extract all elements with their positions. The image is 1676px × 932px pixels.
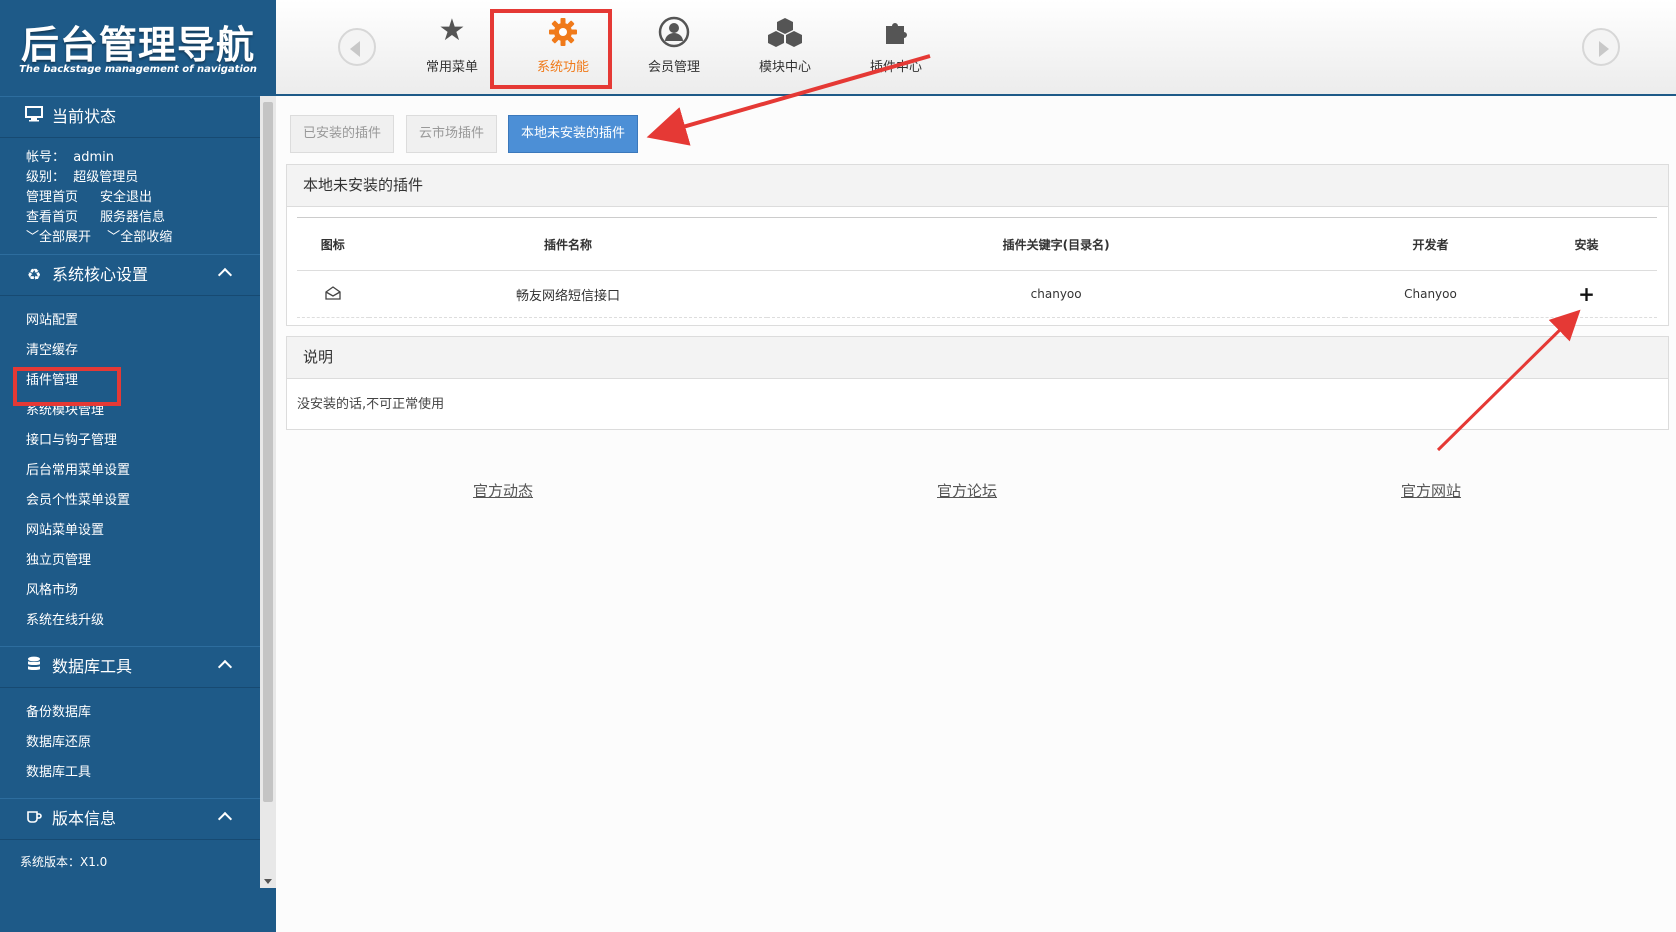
puzzle-icon	[846, 12, 946, 50]
menu-hooks[interactable]: 接口与钩子管理	[26, 426, 260, 456]
collapse-all-toggle[interactable]: ﹀全部收缩	[107, 228, 172, 248]
logo-title: 后台管理导航	[20, 23, 255, 67]
collapse-chevron-icon[interactable]	[217, 811, 233, 827]
sidebar-scroll-area: 当前状态 帐号： admin 级别： 超级管理员 管理首页 安全退出 查看首页 服务…	[0, 96, 260, 888]
nav-label: 会员管理	[647, 60, 700, 75]
nav-label: 模块中心	[758, 60, 811, 75]
monitor-icon	[24, 97, 44, 137]
note-text: 没安装的话,不可正常使用	[297, 397, 445, 412]
table-row: 畅友网络短信接口 chanyoo Chanyoo +	[297, 270, 1657, 318]
install-cell: +	[1516, 270, 1657, 318]
plugin-developer: Chanyoo	[1344, 270, 1516, 318]
nav-member-management[interactable]: 会员管理	[624, 12, 724, 75]
server-info-link[interactable]: 服务器信息	[100, 208, 165, 228]
nav-plugin-center[interactable]: 插件中心	[846, 12, 946, 75]
install-plus-button[interactable]: +	[1578, 282, 1595, 306]
view-home-link[interactable]: 查看首页	[26, 208, 78, 228]
menu-site-menu-settings[interactable]: 网站菜单设置	[26, 516, 260, 546]
menu-clear-cache[interactable]: 清空缓存	[26, 336, 260, 366]
official-news-link[interactable]: 官方动态	[473, 480, 533, 501]
star-icon: ★	[438, 13, 466, 48]
panel-title: 说明	[287, 337, 1668, 379]
expand-all-toggle[interactable]: ﹀全部展开	[26, 228, 91, 248]
note-panel: 说明 没安装的话,不可正常使用	[286, 336, 1669, 430]
section-core-settings[interactable]: ♻ 系统核心设置	[0, 254, 260, 296]
sidebar: 后台管理导航 The backstage management of navig…	[0, 0, 276, 932]
section-title: 系统核心设置	[52, 265, 149, 284]
section-version-info[interactable]: 版本信息	[0, 798, 260, 840]
official-site-link[interactable]: 官方网站	[1401, 480, 1461, 501]
col-icon: 图标	[297, 217, 369, 271]
official-forum-link[interactable]: 官方论坛	[937, 480, 997, 501]
panel-title: 本地未安装的插件	[287, 165, 1668, 207]
nav-label: 插件中心	[869, 60, 922, 75]
section-title: 版本信息	[52, 809, 117, 828]
logo[interactable]: 后台管理导航 The backstage management of navig…	[0, 0, 276, 97]
menu-single-pages[interactable]: 独立页管理	[26, 546, 260, 576]
nav-prev-button[interactable]	[338, 28, 376, 66]
col-keyword: 插件关键字(目录名)	[767, 217, 1345, 271]
account-label: 帐号：	[26, 150, 66, 165]
plugins-panel: 本地未安装的插件 图标 插件名称 插件关键字(目录名) 开发者 安装 畅友网络短…	[286, 164, 1669, 326]
level-value: 超级管理员	[73, 170, 139, 185]
collapse-all-label: 全部收缩	[120, 230, 173, 245]
menu-db-tools[interactable]: 数据库工具	[26, 758, 260, 788]
arrow-right-icon	[1599, 41, 1609, 57]
user-icon	[624, 12, 724, 50]
nav-label: 常用菜单	[425, 60, 478, 75]
sidebar-scrollbar[interactable]	[260, 96, 276, 888]
menu-member-menu-settings[interactable]: 会员个性菜单设置	[26, 486, 260, 516]
core-menu: 网站配置 清空缓存 插件管理 系统模块管理 接口与钩子管理 后台常用菜单设置 会…	[0, 296, 260, 646]
version-text: 系统版本：X1.0	[20, 855, 108, 869]
level-label: 级别：	[26, 170, 66, 185]
section-current-status[interactable]: 当前状态	[0, 96, 260, 138]
plugin-name: 畅友网络短信接口	[368, 270, 768, 318]
expand-all-label: 全部展开	[39, 230, 92, 245]
highlight-box-plugin-management	[13, 367, 121, 406]
database-icon	[24, 647, 44, 687]
nav-next-button[interactable]	[1582, 28, 1620, 66]
menu-style-market[interactable]: 风格市场	[26, 576, 260, 606]
top-navigation: ★ 常用菜单 系统功能 会员管理 模块中心 插件中心	[276, 0, 1676, 96]
recycle-icon: ♻	[26, 265, 42, 284]
status-info: 帐号： admin 级别： 超级管理员 管理首页 安全退出 查看首页 服务器信息 ﹀…	[0, 138, 260, 254]
scrollbar-thumb[interactable]	[263, 102, 273, 802]
collapse-chevron-icon[interactable]	[217, 659, 233, 675]
nav-common-menu[interactable]: ★ 常用菜单	[402, 12, 502, 75]
menu-backup-db[interactable]: 备份数据库	[26, 698, 260, 728]
col-name: 插件名称	[368, 217, 768, 271]
menu-site-config[interactable]: 网站配置	[26, 306, 260, 336]
cubes-icon	[735, 12, 835, 50]
col-install: 安装	[1516, 217, 1657, 271]
tab-local-uninstalled-plugins[interactable]: 本地未安装的插件	[508, 115, 639, 153]
table-header-row: 图标 插件名称 插件关键字(目录名) 开发者 安装	[297, 217, 1657, 271]
envelope-icon	[325, 285, 341, 303]
footer-links: 官方动态 官方论坛 官方网站	[286, 480, 1667, 522]
chevron-down-icon: ﹀	[107, 230, 121, 245]
menu-online-upgrade[interactable]: 系统在线升级	[26, 606, 260, 636]
menu-restore-db[interactable]: 数据库还原	[26, 728, 260, 758]
chevron-up-icon: ﹀	[26, 230, 40, 245]
section-title: 当前状态	[52, 107, 117, 126]
account-value: admin	[73, 150, 115, 165]
scroll-down-icon[interactable]	[264, 879, 272, 884]
tab-installed-plugins[interactable]: 已安装的插件	[290, 115, 395, 153]
highlight-box-system-functions	[490, 9, 612, 89]
plugins-table: 图标 插件名称 插件关键字(目录名) 开发者 安装 畅友网络短信接口 chany…	[297, 217, 1657, 318]
col-developer: 开发者	[1344, 217, 1516, 271]
plugin-icon-cell	[297, 270, 369, 318]
admin-home-link[interactable]: 管理首页	[26, 188, 78, 208]
arrow-left-icon	[350, 41, 360, 57]
logo-subtitle: The backstage management of navigation	[19, 64, 257, 75]
logout-link[interactable]: 安全退出	[100, 188, 152, 208]
collapse-chevron-icon[interactable]	[217, 267, 233, 283]
database-menu: 备份数据库 数据库还原 数据库工具	[0, 688, 260, 798]
cup-icon	[24, 799, 44, 839]
plugin-keyword: chanyoo	[767, 270, 1345, 318]
section-database-tools[interactable]: 数据库工具	[0, 646, 260, 688]
tab-cloud-plugins[interactable]: 云市场插件	[406, 115, 498, 153]
menu-admin-menu-settings[interactable]: 后台常用菜单设置	[26, 456, 260, 486]
section-title: 数据库工具	[52, 657, 133, 676]
nav-module-center[interactable]: 模块中心	[735, 12, 835, 75]
